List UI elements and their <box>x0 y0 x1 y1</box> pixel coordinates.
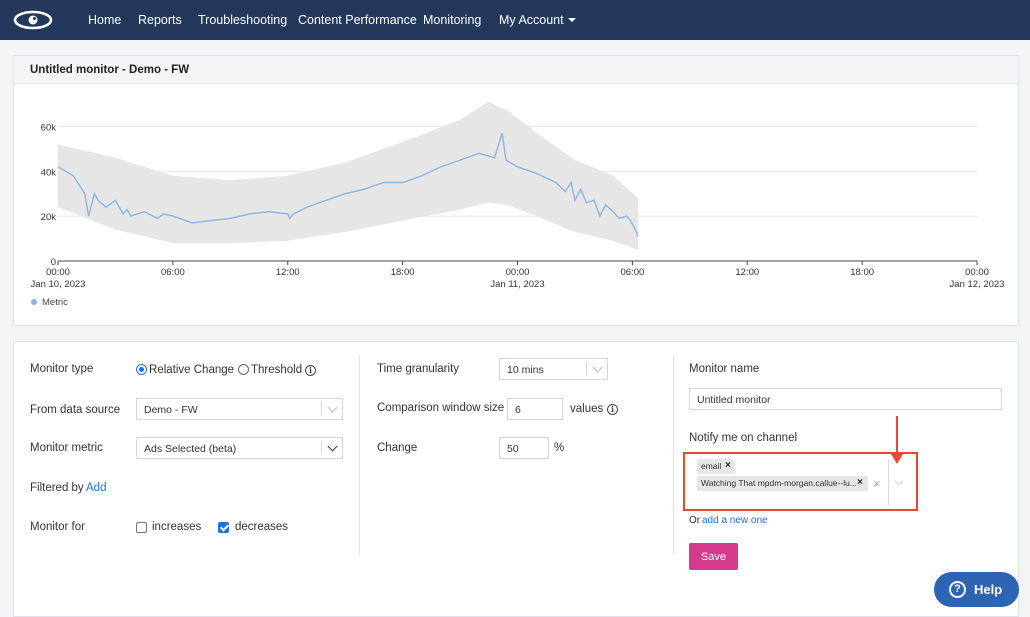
comparison-window-value: 6 <box>515 404 521 416</box>
nav-content-performance[interactable]: Content Performance <box>298 13 417 27</box>
comparison-window-input[interactable]: 6 <box>507 398 563 420</box>
x-tick-date-label: Jan 11, 2023 <box>490 279 544 290</box>
relative-change-radio[interactable] <box>136 364 147 375</box>
select-divider <box>321 402 322 416</box>
x-tick-label: 06:00 <box>161 267 185 278</box>
channel-tag: Watching That mpdm-morgan.callue--lu... … <box>697 476 868 491</box>
time-granularity-label: Time granularity <box>377 363 460 375</box>
info-icon[interactable]: i <box>607 404 618 415</box>
remove-tag-icon[interactable]: × <box>857 477 863 488</box>
nav-troubleshooting[interactable]: Troubleshooting <box>198 13 287 27</box>
increases-checkbox[interactable] <box>136 522 147 533</box>
chart-card: Untitled monitor - Demo - FW 0 20k 40k 60k 0… <box>13 55 1019 326</box>
chevron-down-icon <box>327 402 338 413</box>
comparison-unit: values <box>570 403 604 415</box>
monitor-metric-select[interactable]: Ads Selected (beta) <box>136 437 343 459</box>
add-channel-link[interactable]: add a new one <box>702 515 768 526</box>
x-tick-label: 18:00 <box>391 267 415 278</box>
add-filter-link[interactable]: Add <box>86 482 106 494</box>
time-granularity-select[interactable]: 10 mins <box>499 358 608 380</box>
data-source-select[interactable]: Demo - FW <box>136 398 343 420</box>
change-unit: % <box>554 442 565 454</box>
select-divider <box>321 441 322 455</box>
notify-channel-label: Notify me on channel <box>689 432 798 444</box>
x-tick-label: 00:00 <box>965 267 989 278</box>
channel-tag-label: email <box>701 461 722 471</box>
monitor-name-input[interactable]: Untitled monitor <box>689 388 1002 410</box>
nav-reports[interactable]: Reports <box>138 13 182 27</box>
relative-change-label[interactable]: Relative Change <box>149 364 234 376</box>
channel-tag: email × <box>697 459 735 474</box>
monitor-metric-value: Ads Selected (beta) <box>144 443 237 455</box>
data-source-label: From data source <box>30 404 121 416</box>
help-icon: ? <box>949 581 966 598</box>
y-tick-label: 40k <box>41 167 57 178</box>
help-button[interactable]: ? Help <box>934 572 1019 607</box>
nav-my-account-label: My Account <box>499 13 564 27</box>
x-tick-label: 18:00 <box>850 267 874 278</box>
x-tick-label: 00:00 <box>506 267 530 278</box>
monitor-for-label: Monitor for <box>30 521 85 533</box>
monitor-title: Untitled monitor - Demo - FW <box>30 64 190 76</box>
decreases-label[interactable]: decreases <box>235 521 288 533</box>
channel-tag-label: Watching That mpdm-morgan.callue--lu... <box>701 478 857 488</box>
select-divider <box>888 460 889 506</box>
chevron-down-icon <box>592 362 603 373</box>
y-tick-label: 60k <box>41 122 57 133</box>
threshold-label[interactable]: Threshold <box>251 364 302 376</box>
legend-label: Metric <box>42 297 68 308</box>
expected-range-band <box>58 101 639 250</box>
x-tick-label: 06:00 <box>620 267 644 278</box>
legend-dot <box>31 299 37 305</box>
monitor-name-value: Untitled monitor <box>697 394 771 406</box>
caret-down-icon <box>567 18 576 22</box>
monitor-type-label: Monitor type <box>30 363 94 375</box>
select-divider <box>586 362 587 376</box>
y-tick-label: 20k <box>41 212 57 223</box>
x-tick-label: 12:00 <box>276 267 300 278</box>
change-label: Change <box>377 442 418 454</box>
x-tick-label: 12:00 <box>735 267 759 278</box>
annotation-arrow <box>896 416 898 456</box>
annotation-arrow-head <box>891 454 903 464</box>
monitor-name-label: Monitor name <box>689 363 760 375</box>
increases-label[interactable]: increases <box>152 521 201 533</box>
chart-card-header: Untitled monitor - Demo - FW <box>14 56 1018 84</box>
nav-home[interactable]: Home <box>88 13 121 27</box>
x-tick-label: 00:00 <box>46 267 70 278</box>
top-navbar: Home Reports Troubleshooting Content Per… <box>0 0 1030 40</box>
time-granularity-value: 10 mins <box>507 364 544 376</box>
change-value: 50 <box>507 443 519 455</box>
nav-my-account[interactable]: My Account <box>499 13 576 27</box>
info-icon[interactable]: i <box>305 365 316 376</box>
or-text: Or <box>689 515 701 526</box>
clear-all-icon[interactable]: × <box>873 476 881 491</box>
remove-tag-icon[interactable]: × <box>725 460 731 471</box>
metric-chart: 020k40k60k00:00Jan 10, 202306:00 12:00 18:… <box>31 101 1005 308</box>
x-tick-date-label: Jan 12, 2023 <box>950 279 1005 290</box>
column-divider <box>359 355 360 555</box>
data-source-value: Demo - FW <box>144 404 198 416</box>
nav-monitoring[interactable]: Monitoring <box>423 13 481 27</box>
decreases-checkbox[interactable] <box>218 522 229 533</box>
help-label: Help <box>974 582 1003 597</box>
eye-logo-icon[interactable] <box>12 8 54 32</box>
save-button[interactable]: Save <box>689 543 738 570</box>
filtered-by-label: Filtered by <box>30 482 84 494</box>
chevron-down-icon <box>327 441 338 452</box>
column-divider <box>673 355 674 555</box>
comparison-window-label: Comparison window size <box>377 402 505 414</box>
x-tick-date-label: Jan 10, 2023 <box>31 279 86 290</box>
change-input[interactable]: 50 <box>499 437 549 459</box>
threshold-radio[interactable] <box>238 364 249 375</box>
monitor-metric-label: Monitor metric <box>30 442 103 454</box>
